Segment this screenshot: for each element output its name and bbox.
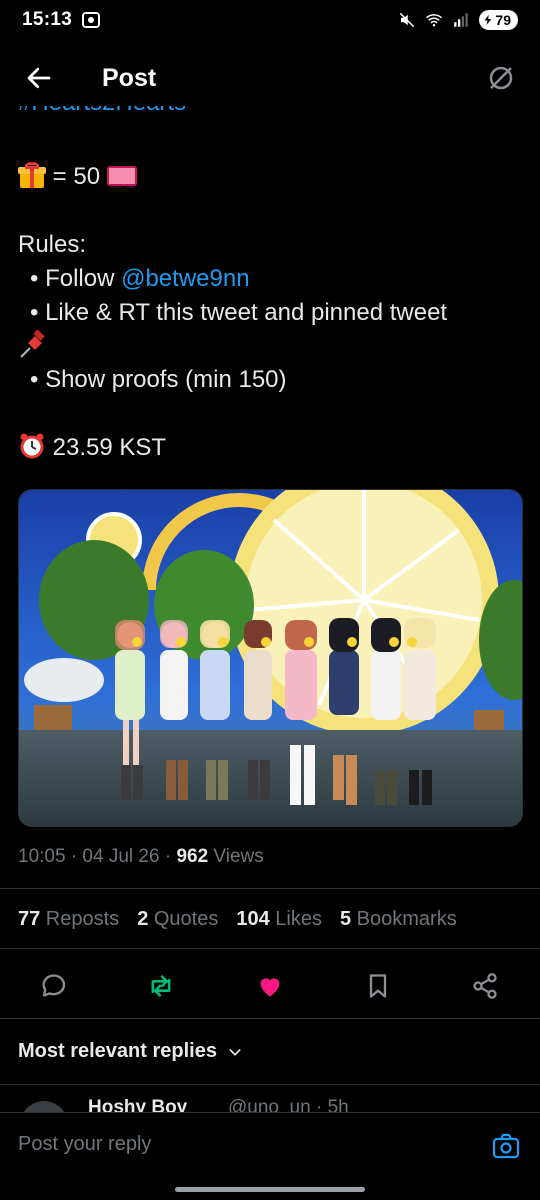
engagement-stats: 77 Reposts 2 Quotes 104 Likes 5 Bookmark… <box>18 908 457 931</box>
pin-emoji-line <box>18 330 48 368</box>
likes-label: Likes <box>269 908 322 930</box>
mention-link[interactable]: @betwe9nn <box>121 265 249 292</box>
likes-stat[interactable]: 104 Likes <box>236 908 322 931</box>
quotes-stat[interactable]: 2 Quotes <box>137 908 218 931</box>
replies-sort-label: Most relevant replies <box>18 1040 217 1062</box>
page-title: Post <box>102 63 157 92</box>
back-arrow-icon[interactable] <box>24 63 54 93</box>
action-bar <box>0 966 540 1006</box>
divider <box>0 1084 540 1085</box>
alarm-clock-icon <box>20 433 44 459</box>
top-app-bar: Post <box>0 50 540 106</box>
pushpin-icon <box>20 330 45 358</box>
reward-text: = 50 <box>52 163 101 190</box>
gift-icon <box>18 162 46 188</box>
battery-indicator: 79 <box>479 10 518 30</box>
reply-icon[interactable] <box>40 972 68 1000</box>
chevron-down-icon <box>229 1048 241 1056</box>
grok-icon[interactable] <box>486 63 516 93</box>
bookmarks-stat[interactable]: 5 Bookmarks <box>340 908 457 931</box>
like-icon[interactable] <box>256 972 284 1000</box>
camera-icon[interactable] <box>492 1133 520 1159</box>
divider <box>0 1018 540 1019</box>
wifi-icon <box>426 14 443 27</box>
reposts-stat[interactable]: 77 Reposts <box>18 908 119 931</box>
quotes-count: 2 <box>137 908 149 930</box>
rule-like-rt: • Like & RT this tweet and pinned tweet <box>30 299 448 326</box>
tweet-photo[interactable] <box>18 489 523 827</box>
mute-icon <box>400 12 415 28</box>
deadline-line: 23.59 KST <box>18 432 166 463</box>
rules-title: Rules: <box>18 231 87 258</box>
divider <box>0 948 540 949</box>
quotes-label: Quotes <box>148 908 219 930</box>
replies-sort-dropdown[interactable]: Most relevant replies <box>18 1040 243 1063</box>
screenshot-icon <box>82 12 101 28</box>
status-icons: 79 <box>398 10 518 30</box>
rule-follow: • Follow @betwe9nn <box>30 264 250 294</box>
rule-proofs: • Show proofs (min 150) <box>30 366 287 393</box>
stage-photo <box>19 490 522 826</box>
divider <box>0 888 540 889</box>
status-bar: 15:13 79 <box>0 0 540 40</box>
reposts-label: Reposts <box>40 908 120 930</box>
timestamp-text: 10:05 · 04 Jul 26 · <box>18 846 177 867</box>
repost-icon[interactable] <box>147 972 175 1000</box>
rule-follow-text: • Follow <box>30 265 122 292</box>
signal-icon <box>454 13 469 27</box>
deadline-text: 23.59 KST <box>52 434 167 461</box>
bookmarks-label: Bookmarks <box>351 908 457 930</box>
bookmark-icon[interactable] <box>364 972 392 1000</box>
reply-composer <box>0 1112 540 1182</box>
reposts-count: 77 <box>18 908 41 930</box>
views-count: 962 <box>176 846 209 867</box>
bookmarks-count: 5 <box>339 908 352 930</box>
likes-count: 104 <box>236 908 270 930</box>
share-icon[interactable] <box>471 972 499 1000</box>
ticket-icon <box>106 166 137 202</box>
status-time: 15:13 <box>22 9 73 30</box>
reply-input[interactable] <box>18 1133 438 1156</box>
reward-line: = 50 <box>18 162 137 202</box>
views-label: Views <box>208 846 264 867</box>
home-indicator[interactable] <box>175 1187 365 1192</box>
post-timestamp: 10:05 · 04 Jul 26 · 962 Views <box>18 846 264 868</box>
